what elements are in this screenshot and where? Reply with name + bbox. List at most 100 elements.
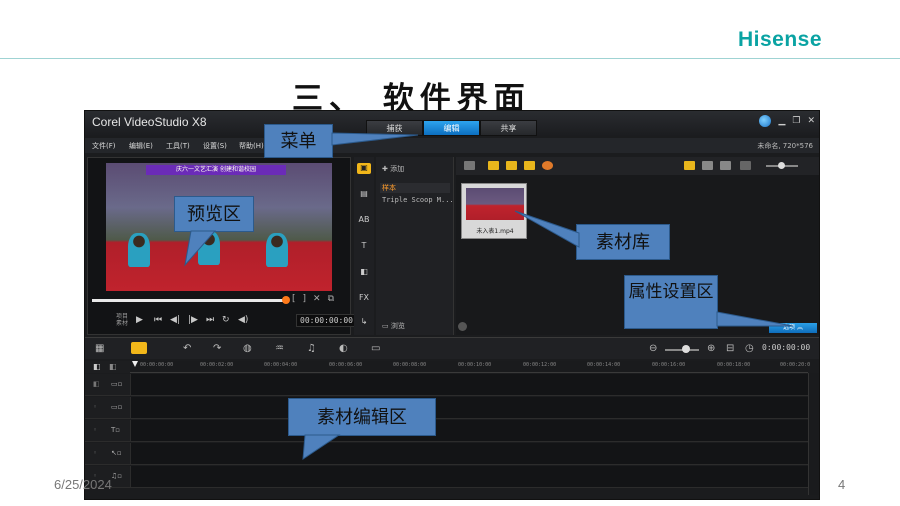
- media-icon[interactable]: ▣: [357, 163, 371, 174]
- voice-track-lane[interactable]: [130, 443, 808, 465]
- mark-in-icon[interactable]: [: [292, 294, 296, 304]
- title-bar: Corel VideoStudio X8 捕获 编辑 共享 ▁ ❐ ✕: [85, 111, 819, 136]
- record-capture-icon[interactable]: ◍: [243, 343, 252, 354]
- minimize-icon[interactable]: ▁: [778, 116, 785, 126]
- track-toggle-icon[interactable]: ◦: [93, 403, 97, 411]
- storyboard-view-icon[interactable]: ▦: [95, 343, 104, 354]
- browse-online-icon[interactable]: [542, 161, 553, 170]
- ruler-tick: 00:00:16:00: [652, 362, 686, 368]
- preview-timecode[interactable]: 00:00:00:00: [296, 314, 357, 327]
- show-video-icon[interactable]: [488, 161, 499, 170]
- add-folder-label: 添加: [390, 165, 405, 173]
- voice-track-icon: ↖▫: [111, 449, 122, 457]
- menu-edit[interactable]: 编辑(E): [129, 141, 153, 151]
- folder-samples[interactable]: 样本: [380, 183, 450, 193]
- show-audio-icon[interactable]: [524, 161, 535, 170]
- browse-label: 浏览: [390, 322, 405, 330]
- list-view-icon[interactable]: [702, 161, 713, 170]
- volume-icon[interactable]: ◀): [238, 315, 248, 325]
- slide: Hisense 三、 软件界面 Corel VideoStudio X8 捕获 …: [0, 0, 900, 506]
- trim-controls: [ ] ✕ ⧉: [292, 294, 334, 304]
- add-folder-button[interactable]: ✚ 添加: [382, 164, 404, 174]
- timeline-scrollbar[interactable]: [808, 373, 819, 495]
- play-icon[interactable]: ▶: [136, 315, 143, 325]
- repeat-icon[interactable]: ↻: [222, 315, 230, 325]
- filter-icon[interactable]: FX: [357, 293, 371, 304]
- browse-button[interactable]: ▭ 浏览: [382, 321, 405, 331]
- go-start-icon[interactable]: ⏮: [154, 315, 162, 325]
- next-frame-icon[interactable]: |▶: [188, 315, 198, 325]
- dancer-figure: [266, 233, 288, 267]
- auto-music-icon[interactable]: ♫: [307, 343, 316, 354]
- scrub-end-handle[interactable]: [282, 296, 290, 304]
- ruler-tick: 00:00:12:00: [523, 362, 557, 368]
- music-track-lane[interactable]: [130, 466, 808, 488]
- title-track-header[interactable]: ◦ T▫: [85, 420, 130, 442]
- voice-track-header[interactable]: ◦ ↖▫: [85, 443, 130, 465]
- overlay-track-header[interactable]: ◦ ▭▫: [85, 397, 130, 419]
- title-icon[interactable]: T: [357, 241, 371, 252]
- callout-library-pointer: [514, 210, 580, 248]
- timeline-timecode[interactable]: 0:00:00:00: [762, 343, 810, 352]
- go-end-icon[interactable]: ⏭: [206, 315, 214, 325]
- prev-frame-icon[interactable]: ◀|: [170, 315, 180, 325]
- mode-project-label[interactable]: 项目: [116, 313, 128, 320]
- menu-file[interactable]: 文件(F): [92, 141, 116, 151]
- video-track-header[interactable]: ◧ ▭▫: [85, 374, 130, 396]
- menu-settings[interactable]: 设置(S): [203, 141, 227, 151]
- globe-icon[interactable]: [759, 115, 772, 127]
- graphic-icon[interactable]: ◧: [357, 267, 371, 278]
- zoom-knob[interactable]: [682, 345, 690, 353]
- redo-icon[interactable]: ↷: [213, 343, 221, 354]
- sound-mixer-icon[interactable]: ♒: [275, 343, 284, 354]
- ruler-tick: 00:00:06:00: [329, 362, 363, 368]
- path-icon[interactable]: ↳: [357, 317, 371, 328]
- undo-icon[interactable]: ↶: [183, 343, 191, 354]
- menu-help[interactable]: 帮助(H): [239, 141, 264, 151]
- zoom-out-icon[interactable]: ⊖: [649, 343, 657, 354]
- track-manager-icon[interactable]: ◧: [93, 362, 101, 371]
- library-navigation: ✚ 添加 样本 Triple Scoop M... ▭ 浏览: [376, 157, 454, 335]
- split-icon[interactable]: ✕: [313, 294, 321, 304]
- zoom-in-icon[interactable]: ⊕: [707, 343, 715, 354]
- copy-icon[interactable]: ⧉: [328, 294, 334, 304]
- app-title: Corel VideoStudio X8: [92, 115, 207, 129]
- header-divider: [0, 58, 900, 59]
- import-folder-icon[interactable]: [464, 161, 475, 170]
- scroll-left-icon[interactable]: [458, 322, 467, 331]
- preview-scrubber[interactable]: [92, 299, 284, 302]
- menu-tools[interactable]: 工具(T): [166, 141, 190, 151]
- mark-out-icon[interactable]: ]: [303, 294, 307, 304]
- title-track-lane[interactable]: [130, 420, 808, 442]
- mode-labels[interactable]: 项目 素材: [116, 313, 128, 327]
- tab-share[interactable]: 共享: [480, 120, 537, 136]
- slide-date: 6/25/2024: [54, 477, 112, 492]
- library-toolbar: [456, 157, 819, 175]
- mode-clip-label[interactable]: 素材: [116, 320, 128, 327]
- restore-icon[interactable]: ❐: [792, 116, 800, 126]
- thumbnail-size-knob[interactable]: [778, 162, 785, 169]
- fit-project-icon[interactable]: ⊟: [726, 343, 734, 354]
- tab-edit[interactable]: 编辑: [423, 120, 480, 136]
- timeline-ruler[interactable]: 00:00:00:00 00:00:02:00 00:00:04:00 00:0…: [130, 361, 810, 373]
- track-toggle-icon[interactable]: ◦: [93, 426, 97, 434]
- thumbnail-view-icon[interactable]: [684, 161, 695, 170]
- track-header-corner: ◧ ◧: [85, 361, 130, 373]
- video-track-lane[interactable]: [130, 374, 808, 396]
- overlay-track-lane[interactable]: [130, 397, 808, 419]
- sort-icon[interactable]: [740, 161, 751, 170]
- track-toggle-icon[interactable]: ◦: [93, 449, 97, 457]
- motion-tracking-icon[interactable]: ◐: [339, 343, 348, 354]
- track-toggle-icon[interactable]: ◧: [93, 380, 100, 388]
- ruler-tick: 00:00:00:00: [140, 362, 174, 368]
- close-icon[interactable]: ✕: [807, 116, 815, 126]
- subtitle-editor-icon[interactable]: ▭: [371, 343, 380, 354]
- transition-icon[interactable]: AB: [357, 215, 371, 226]
- folder-triple-scoop[interactable]: Triple Scoop M...: [382, 196, 454, 204]
- show-photo-icon[interactable]: [506, 161, 517, 170]
- playhead-marker[interactable]: [132, 361, 138, 367]
- instant-project-icon[interactable]: ▤: [357, 189, 371, 200]
- grid-view-icon[interactable]: [720, 161, 731, 170]
- timeline-view-icon[interactable]: [131, 342, 147, 354]
- chapter-marker-icon[interactable]: ◧: [109, 362, 117, 371]
